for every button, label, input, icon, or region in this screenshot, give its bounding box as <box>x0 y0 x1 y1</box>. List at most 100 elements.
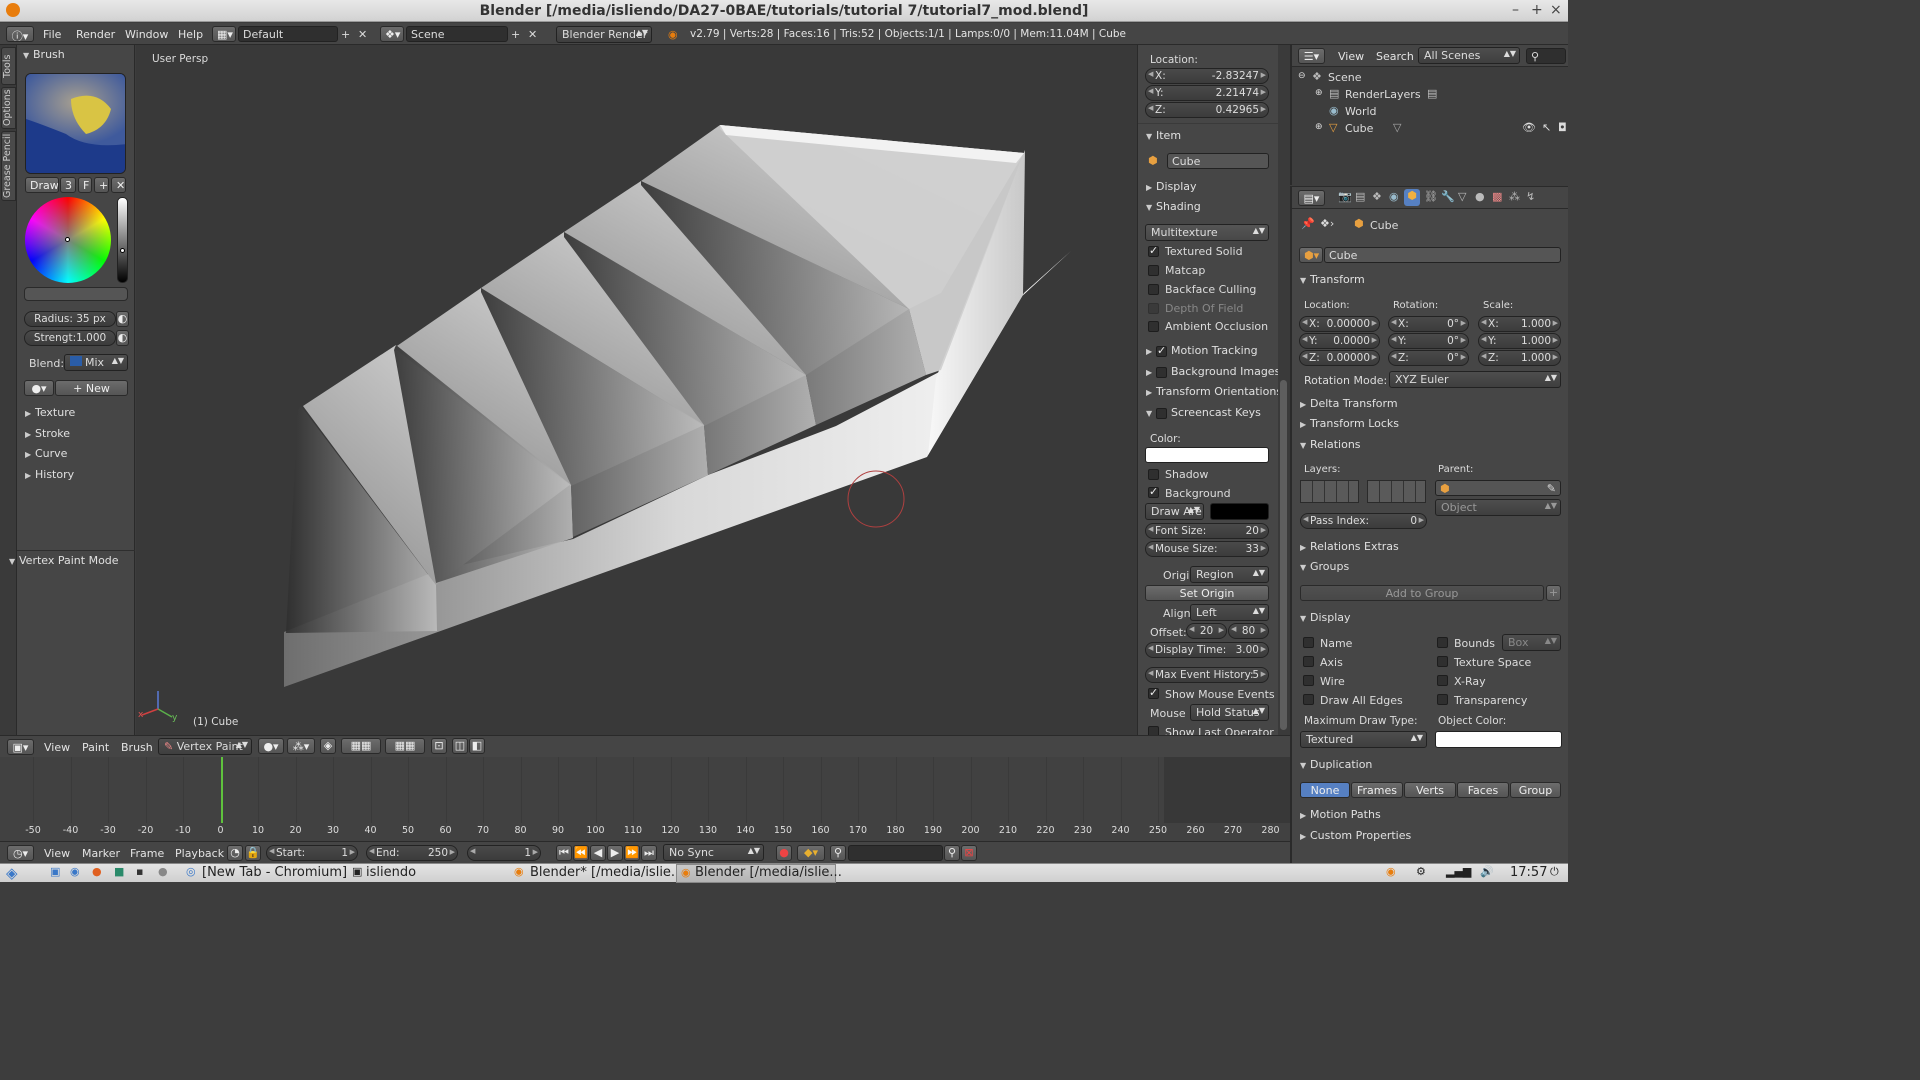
editor-type-properties-icon[interactable]: ▤▾ <box>1298 190 1325 206</box>
start-menu-icon[interactable]: ◈ <box>6 864 18 882</box>
menu-view[interactable]: View <box>44 741 70 754</box>
radius-field[interactable]: Radius: 35 px <box>24 311 116 327</box>
relations-extras-panel[interactable]: ▶ Relations Extras <box>1300 540 1399 553</box>
jump-start-icon[interactable]: ⏮ <box>556 845 572 861</box>
set-origin-button[interactable]: Set Origin <box>1145 585 1269 601</box>
motion-tracking-checkbox[interactable] <box>1156 344 1167 357</box>
opengl-render-icon[interactable]: ◧ <box>469 738 485 754</box>
editor-type-outliner-icon[interactable]: ☰▾ <box>1298 48 1325 64</box>
outliner-row-cube[interactable]: ⊕ ▽ Cube ▽ 👁 ↖ ◘ <box>1296 120 1567 137</box>
rotation-x-field[interactable]: ◀ X: 0° ▶ <box>1388 316 1469 332</box>
menu-marker[interactable]: Marker <box>82 847 120 860</box>
pin-icon[interactable]: 📌 <box>1301 217 1315 230</box>
jump-keyframe-back-icon[interactable]: ⏪ <box>573 845 589 861</box>
keying-set-field[interactable] <box>848 845 943 861</box>
color-wheel-cursor[interactable] <box>65 237 70 242</box>
lock-range-icon[interactable]: 🔒 <box>245 845 261 861</box>
start-frame-field[interactable]: ◀ Start: 1 ▶ <box>266 845 358 861</box>
delete-keyframe-icon[interactable]: ⊠ <box>961 845 977 861</box>
panel-texture[interactable]: ▶ Texture <box>25 406 75 419</box>
menu-outliner-search[interactable]: Search <box>1376 50 1414 63</box>
bounds-type-dropdown[interactable]: Box ▲▼ <box>1502 634 1561 651</box>
origin-dropdown[interactable]: Region ▲▼ <box>1190 566 1269 583</box>
item-panel-header[interactable]: ▼ Item <box>1146 129 1181 142</box>
tray-blender-icon[interactable]: ◉ <box>1386 865 1396 878</box>
vertex-paint-mode-panel[interactable]: ▼ Vertex Paint Mode <box>9 554 119 567</box>
cursor-x-field[interactable]: ◀ X: -2.83247 ▶ <box>1145 68 1269 84</box>
screencast-keys-panel[interactable]: ▼ Screencast Keys <box>1146 406 1261 419</box>
transform-locks-panel[interactable]: ▶ Transform Locks <box>1300 417 1399 430</box>
minimize-button[interactable]: – <box>1512 2 1519 18</box>
task-blender-modified[interactable]: Blender* [/media/islie... <box>530 865 683 880</box>
data-tab-icon[interactable]: ▽ <box>1458 190 1466 203</box>
background-checkbox[interactable] <box>1148 485 1159 498</box>
blend-dropdown[interactable]: Mix ▲▼ <box>64 354 128 371</box>
parent-field[interactable]: ⬢ ✎ <box>1435 480 1561 496</box>
color-swatch[interactable] <box>24 287 128 301</box>
play-icon[interactable]: ▶ <box>607 845 623 861</box>
face-mask-icon[interactable]: ◈ <box>320 738 336 754</box>
brush-fake-user-button[interactable]: F <box>78 177 92 193</box>
menu-timeline-view[interactable]: View <box>44 847 70 860</box>
app-icon[interactable]: ● <box>158 865 168 878</box>
transform-panel-header[interactable]: ▼ Transform <box>1300 273 1365 286</box>
display-mode-dropdown[interactable]: All Scenes ▲▼ <box>1418 47 1520 64</box>
render-preview-icon[interactable]: ◫ <box>452 738 468 754</box>
pivot-point-icon[interactable]: ⁂▾ <box>287 738 315 754</box>
duplication-frames-button[interactable]: Frames <box>1351 782 1403 798</box>
task-isliendo[interactable]: isliendo <box>366 865 416 880</box>
value-slider[interactable] <box>117 197 128 283</box>
expand-icon[interactable]: ⊕ <box>1315 88 1323 98</box>
timeline-area[interactable]: -50 -40 -30 -20 -10 0 10 20 30 40 50 60 70 80 90 100 110… <box>0 757 1290 841</box>
play-reverse-icon[interactable]: ◀ <box>590 845 606 861</box>
jump-keyframe-forward-icon[interactable]: ⏩ <box>624 845 640 861</box>
screencast-color-swatch[interactable] <box>1145 447 1269 463</box>
display-panel-header[interactable]: ▶ Display <box>1146 180 1197 193</box>
relations-panel-header[interactable]: ▼ Relations <box>1300 438 1361 451</box>
render-engine-dropdown[interactable]: Blender Render ▲▼ <box>556 26 652 43</box>
screencast-keys-checkbox[interactable] <box>1156 407 1167 419</box>
delta-transform-panel[interactable]: ▶ Delta Transform <box>1300 397 1398 410</box>
scene-name-field[interactable]: Scene <box>406 26 508 42</box>
insert-keyframe-icon[interactable]: ⚲ <box>944 845 960 861</box>
menu-file[interactable]: File <box>43 28 61 41</box>
shading-panel-header[interactable]: ▼ Shading <box>1146 200 1201 213</box>
display-bounds-checkbox[interactable] <box>1437 637 1448 648</box>
properties-region-scrollbar[interactable] <box>1278 45 1290 735</box>
visibility-eye-icon[interactable]: 👁 <box>1522 121 1536 134</box>
tab-grease-pencil[interactable]: Grease Pencil <box>1 131 16 201</box>
firefox-icon[interactable]: ● <box>92 865 102 878</box>
outliner-row-renderlayers[interactable]: ⊕ ▤ RenderLayers ▤ <box>1296 86 1566 103</box>
mouse-mode-dropdown[interactable]: Hold Status ▲▼ <box>1190 704 1269 721</box>
scene-add-icon[interactable]: + <box>511 28 520 41</box>
world-tab-icon[interactable]: ◉ <box>1389 190 1399 203</box>
backface-culling-checkbox[interactable] <box>1148 284 1159 295</box>
editor-type-info-icon[interactable]: ⓘ▾ <box>6 26 34 42</box>
layer-grid-right[interactable] <box>1367 480 1426 503</box>
object-browse-icon[interactable]: ⬢▾ <box>1299 247 1323 263</box>
textured-solid-checkbox[interactable] <box>1148 244 1159 257</box>
location-x-field[interactable]: ◀ X: 0.00000 ▶ <box>1299 316 1380 332</box>
scale-y-field[interactable]: ◀ Y: 1.000 ▶ <box>1478 333 1561 349</box>
timeline-grid[interactable]: -50 -40 -30 -20 -10 0 10 20 30 40 50 60 70 80 90 100 110… <box>0 757 1290 841</box>
eyedropper-icon[interactable]: ✎ <box>1547 482 1556 495</box>
offset-x-field[interactable]: ◀ 20 ▶ <box>1186 623 1227 639</box>
display-panel-header[interactable]: ▼ Display <box>1300 611 1351 624</box>
brush-users-count[interactable]: 3 <box>60 177 76 193</box>
scene-remove-icon[interactable]: ✕ <box>528 28 537 41</box>
scale-x-field[interactable]: ◀ X: 1.000 ▶ <box>1478 316 1561 332</box>
pass-index-field[interactable]: ◀ Pass Index: 0 ▶ <box>1300 513 1427 529</box>
jump-end-icon[interactable]: ⏭ <box>641 845 657 861</box>
layers-grid-2[interactable]: ▦▦ <box>385 738 425 754</box>
expand-icon[interactable]: ⊖ <box>1298 71 1306 81</box>
shadow-checkbox[interactable] <box>1148 469 1159 480</box>
outliner-row-world[interactable]: ◉ World <box>1296 103 1566 120</box>
monitor-icon[interactable]: ■ <box>114 865 124 878</box>
display-axis-checkbox[interactable] <box>1303 656 1314 667</box>
rotation-y-field[interactable]: ◀ Y: 0° ▶ <box>1388 333 1469 349</box>
task-chromium[interactable]: [New Tab - Chromium] <box>202 865 347 880</box>
expand-icon[interactable]: ⊕ <box>1315 122 1323 132</box>
location-z-field[interactable]: ◀ Z: 0.00000 ▶ <box>1299 350 1380 366</box>
scale-z-field[interactable]: ◀ Z: 1.000 ▶ <box>1478 350 1561 366</box>
duplication-faces-button[interactable]: Faces <box>1457 782 1509 798</box>
